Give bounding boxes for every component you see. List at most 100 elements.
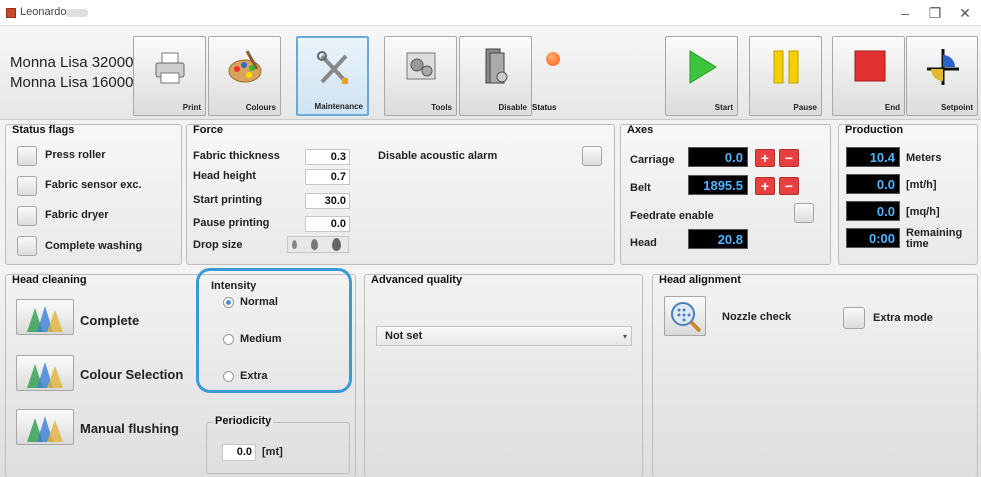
pause-printing-value[interactable]: 0.0: [305, 216, 350, 232]
belt-label: Belt: [630, 182, 651, 194]
start-label: Start: [714, 103, 733, 112]
drop-size-selector[interactable]: [287, 236, 349, 253]
intensity-medium-radio[interactable]: [223, 334, 234, 345]
magnifier-nozzle-icon: [671, 302, 702, 333]
window-title: Leonardo: [20, 6, 67, 18]
pause-icon: [773, 50, 799, 84]
maximize-button[interactable]: ❐: [920, 0, 950, 26]
status-label: Status: [532, 103, 557, 112]
head-alignment-title: Head alignment: [659, 274, 741, 286]
feedrate-enable-label: Feedrate enable: [630, 210, 714, 222]
production-title: Production: [845, 124, 904, 136]
print-label: Print: [182, 103, 201, 112]
crosshair-icon: [927, 49, 959, 85]
intensity-title: Intensity: [211, 280, 257, 292]
colours-button[interactable]: Colours: [208, 36, 281, 116]
extra-mode-checkbox[interactable]: [843, 307, 865, 329]
fabric-dryer-label: Fabric dryer: [45, 209, 109, 221]
start-printing-value[interactable]: 30.0: [305, 193, 350, 209]
status-led-icon: [546, 52, 560, 66]
disable-button[interactable]: Disable: [459, 36, 532, 116]
maintenance-button[interactable]: Maintenance: [296, 36, 369, 116]
intensity-extra-label: Extra: [240, 370, 268, 382]
print-button[interactable]: Print: [133, 36, 206, 116]
periodicity-unit: [mt]: [262, 446, 283, 458]
colours-label: Colours: [245, 103, 276, 112]
end-button[interactable]: End: [832, 36, 905, 116]
tools-label: Tools: [431, 103, 452, 112]
play-icon: [689, 50, 717, 84]
leonardo-app: Leonardo – ❐ ✕ Monna Lisa 32000 Monna Li…: [0, 0, 981, 477]
meters-unit: Meters: [906, 152, 942, 164]
intensity-normal-radio[interactable]: [223, 297, 234, 308]
start-button[interactable]: Start: [665, 36, 738, 116]
chevron-down-icon: ▾: [622, 332, 627, 341]
close-button[interactable]: ✕: [950, 0, 980, 26]
head-height-value[interactable]: 0.7: [305, 169, 350, 185]
complete-cleaning-label: Complete: [80, 313, 140, 328]
drop-small-icon: [292, 240, 297, 249]
printer-icon: [155, 52, 185, 84]
periodicity-value[interactable]: 0.0: [222, 444, 256, 461]
feedrate-enable-checkbox[interactable]: [794, 203, 814, 223]
palette-icon: [228, 50, 262, 83]
manual-flushing-button[interactable]: [16, 409, 74, 445]
intensity-extra-radio[interactable]: [223, 371, 234, 382]
periodicity-title: Periodicity: [213, 415, 274, 427]
meters-display: 10.4: [846, 147, 900, 167]
status-indicator: Status: [532, 36, 592, 116]
complete-washing-checkbox[interactable]: [17, 236, 37, 256]
complete-washing-label: Complete washing: [45, 240, 143, 252]
press-roller-checkbox[interactable]: [17, 146, 37, 166]
tools-button[interactable]: Tools: [384, 36, 457, 116]
intensity-medium-label: Medium: [240, 333, 282, 345]
cabinet-gears-icon: [485, 48, 508, 84]
belt-plus-button[interactable]: +: [755, 177, 775, 195]
complete-cleaning-button[interactable]: [16, 299, 74, 335]
fabric-thickness-value[interactable]: 0.3: [305, 149, 350, 165]
disable-alarm-checkbox[interactable]: [582, 146, 602, 166]
belt-display: 1895.5: [688, 175, 748, 195]
title-bar: Leonardo – ❐ ✕: [0, 0, 981, 26]
colour-selection-button[interactable]: [16, 355, 74, 391]
minimize-button[interactable]: –: [890, 0, 920, 26]
tools-cross-icon: [317, 51, 348, 84]
stop-icon: [854, 50, 886, 82]
advanced-quality-select[interactable]: Not set ▾: [376, 326, 632, 346]
carriage-minus-button[interactable]: −: [779, 149, 799, 167]
drop-medium-icon: [311, 239, 318, 250]
force-title: Force: [193, 124, 223, 136]
mt-h-display: 0.0: [846, 174, 900, 194]
end-label: End: [884, 103, 900, 112]
mq-h-display: 0.0: [846, 201, 900, 221]
head-display: 20.8: [688, 229, 748, 249]
remaining-time-unit: Remaining time: [906, 227, 963, 250]
carriage-label: Carriage: [630, 154, 675, 166]
colour-selection-label: Colour Selection: [80, 367, 184, 382]
carriage-plus-button[interactable]: +: [755, 149, 775, 167]
nozzle-check-button[interactable]: [664, 296, 706, 336]
maintenance-label: Maintenance: [314, 102, 363, 111]
start-printing-label: Start printing: [193, 194, 263, 206]
advanced-quality-title: Advanced quality: [371, 274, 463, 286]
extra-mode-label: Extra mode: [873, 312, 933, 324]
head-height-label: Head height: [193, 170, 256, 182]
setpoint-button[interactable]: Setpoint: [906, 36, 978, 116]
pause-printing-label: Pause printing: [193, 217, 270, 229]
carriage-display: 0.0: [688, 147, 748, 167]
gears-icon: [406, 52, 436, 80]
model-name-2: Monna Lisa 16000: [10, 74, 134, 91]
head-label: Head: [630, 237, 657, 249]
advanced-quality-value: Not set: [385, 330, 423, 342]
mt-h-unit: [mt/h]: [906, 179, 937, 191]
drop-size-label: Drop size: [193, 239, 243, 251]
fabric-dryer-checkbox[interactable]: [17, 206, 37, 226]
disable-label: Disable: [498, 103, 527, 112]
pause-button[interactable]: Pause: [749, 36, 822, 116]
disable-alarm-label: Disable acoustic alarm: [378, 150, 498, 162]
model-name-1: Monna Lisa 32000: [10, 54, 134, 71]
press-roller-label: Press roller: [45, 149, 106, 161]
belt-minus-button[interactable]: −: [779, 177, 799, 195]
fabric-sensor-checkbox[interactable]: [17, 176, 37, 196]
app-icon: [6, 8, 16, 18]
